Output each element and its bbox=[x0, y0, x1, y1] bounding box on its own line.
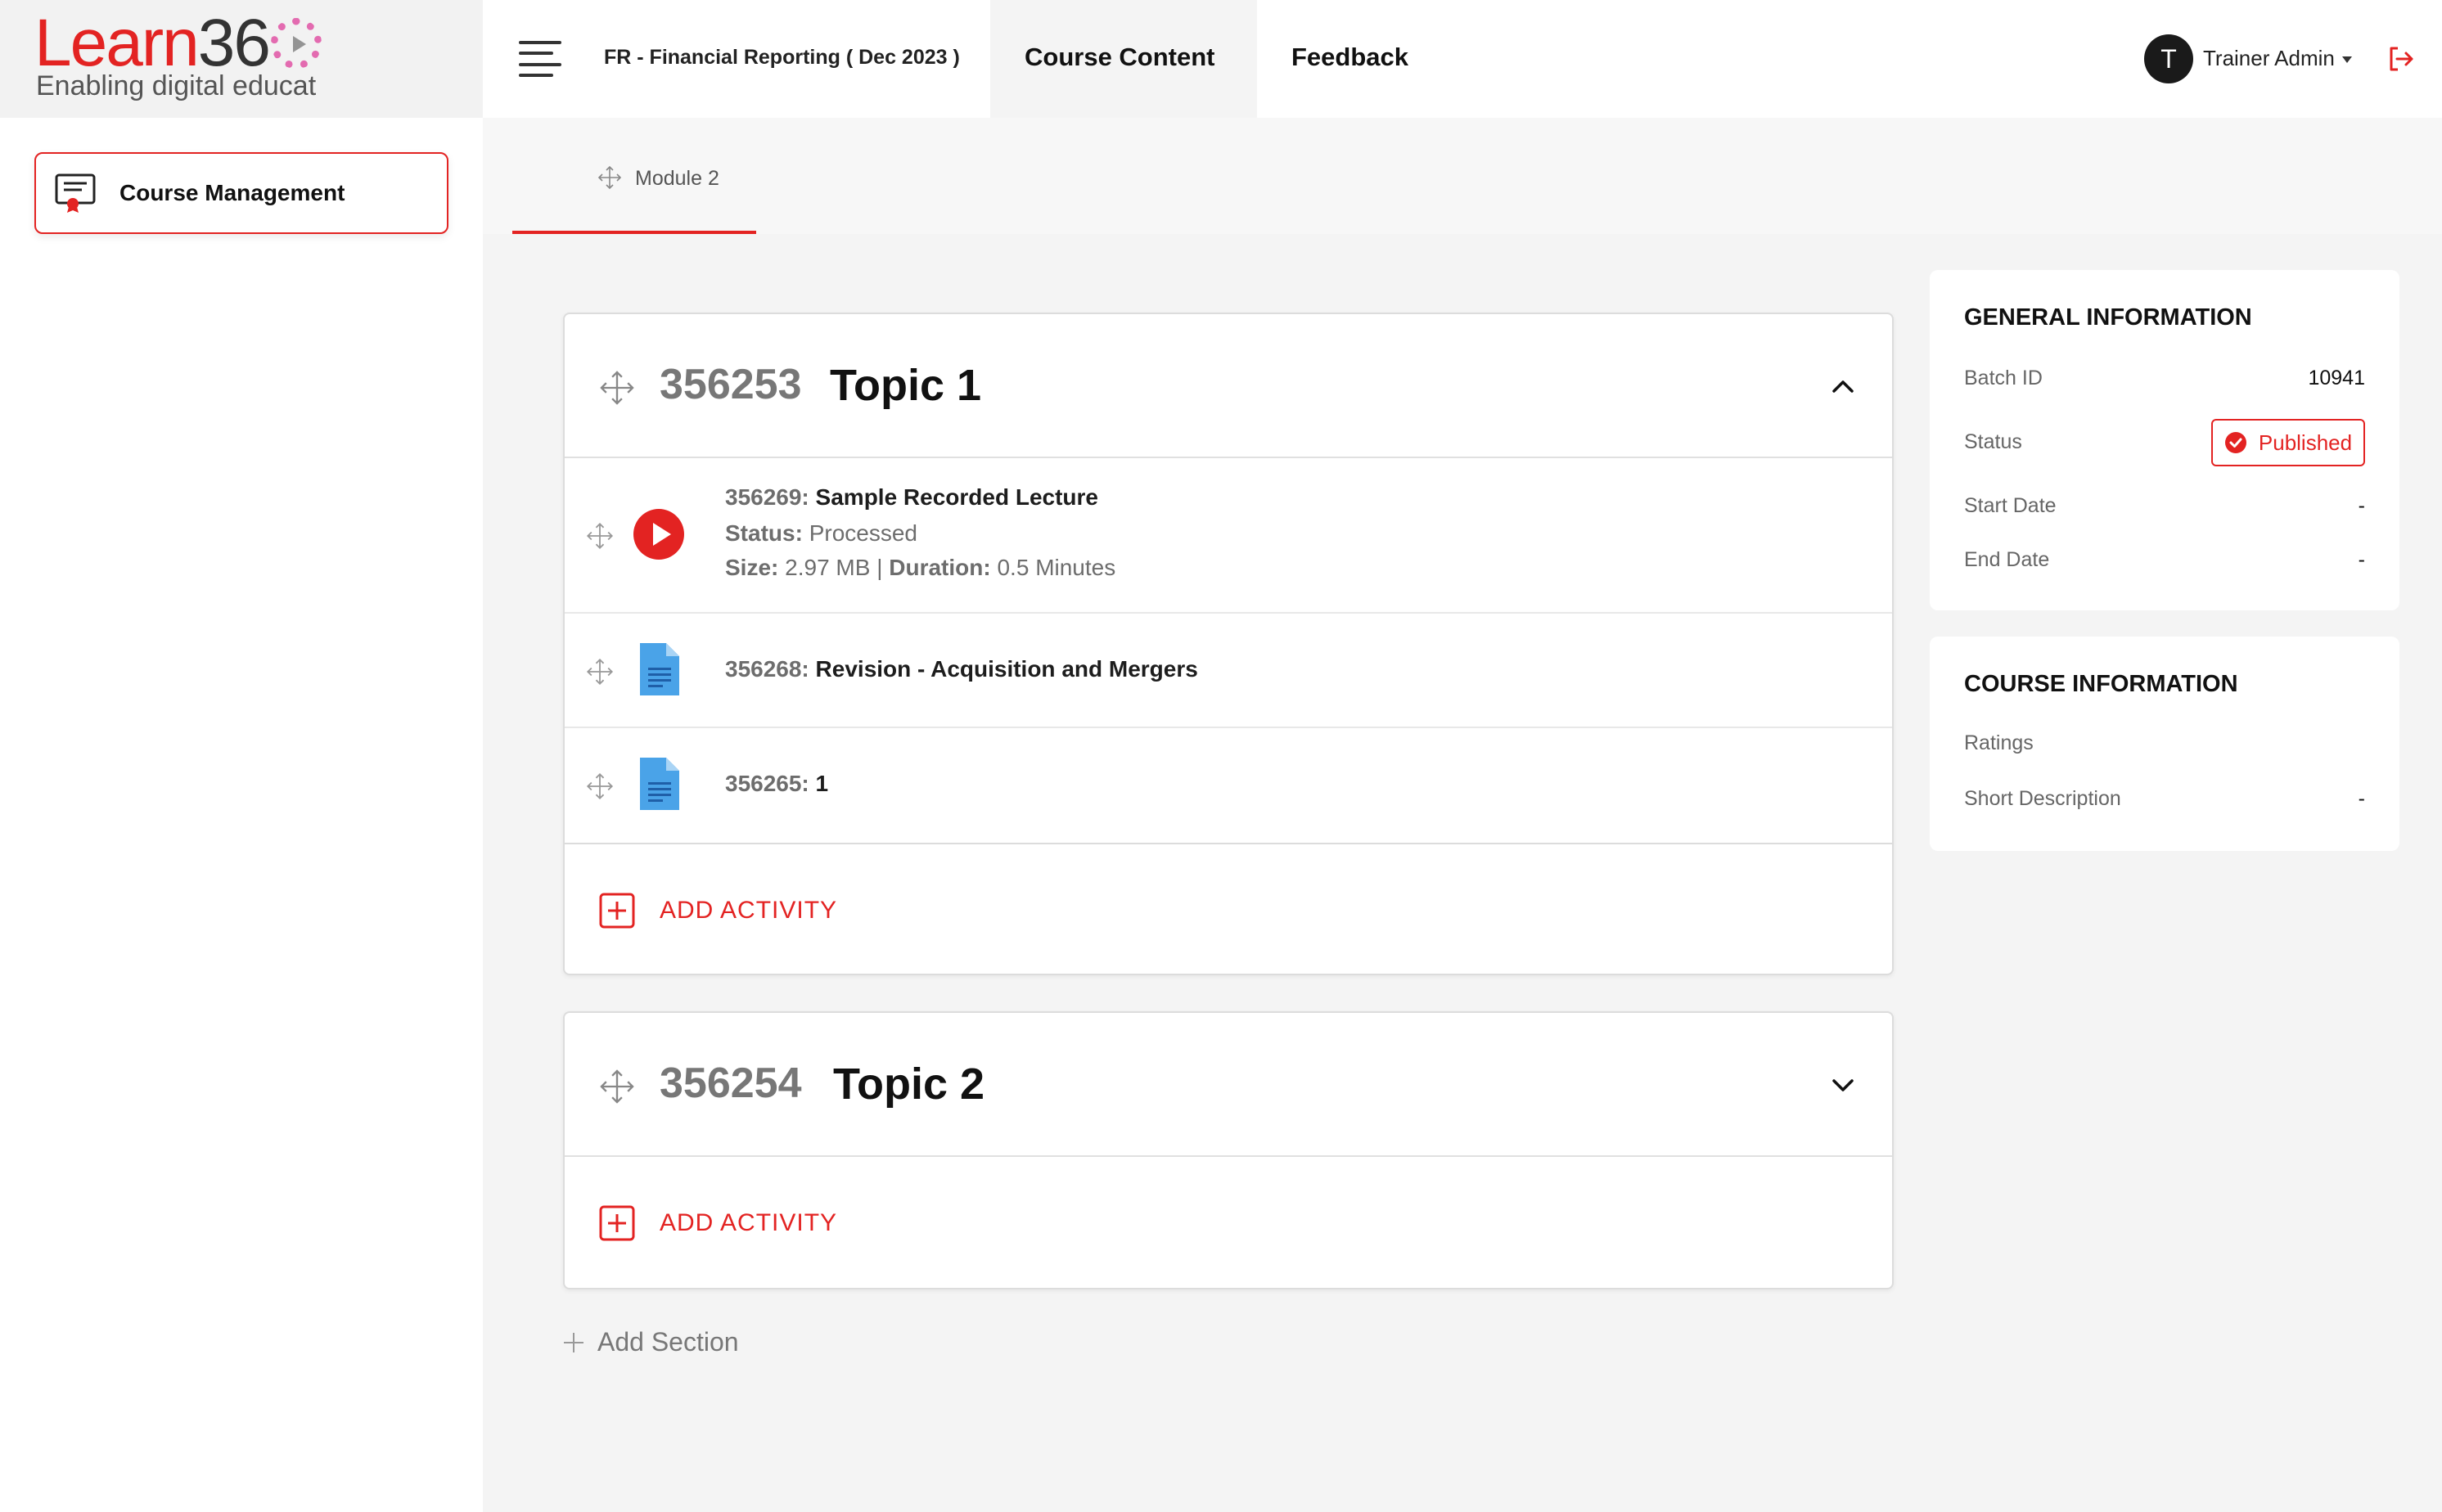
duration-label: Duration: bbox=[889, 555, 991, 580]
logo-learn-text: Learn bbox=[34, 6, 200, 80]
status-label: Status bbox=[1964, 430, 2022, 453]
size-value: 2.97 MB bbox=[785, 555, 871, 580]
add-section-button[interactable]: Add Section bbox=[563, 1327, 739, 1357]
avatar[interactable]: T bbox=[2144, 34, 2193, 83]
add-activity-label: ADD ACTIVITY bbox=[660, 897, 838, 924]
activity-id: 356265: bbox=[725, 771, 809, 796]
document-icon[interactable] bbox=[640, 758, 679, 810]
chevron-up-icon[interactable] bbox=[1828, 371, 1858, 401]
end-date-row: End Date - bbox=[1964, 548, 2365, 572]
logout-icon[interactable] bbox=[2386, 44, 2416, 74]
activity-id: 356269: bbox=[725, 484, 809, 510]
add-activity-button[interactable]: ADD ACTIVITY bbox=[565, 844, 1892, 977]
add-activity-button[interactable]: ADD ACTIVITY bbox=[565, 1157, 1892, 1289]
panel-heading: COURSE INFORMATION bbox=[1964, 671, 2238, 697]
top-bar: FR - Financial Reporting ( Dec 2023 ) Co… bbox=[483, 0, 2442, 118]
duration-value: 0.5 Minutes bbox=[997, 555, 1116, 580]
short-description-row: Short Description - bbox=[1964, 787, 2365, 811]
sidebar-item-label: Course Management bbox=[119, 180, 345, 205]
section-card: 356254 Topic 2 ADD ACTIVITY bbox=[563, 1011, 1894, 1289]
active-tab-underline bbox=[512, 231, 756, 234]
activity-id: 356268: bbox=[725, 656, 809, 682]
short-description-label: Short Description bbox=[1964, 787, 2121, 810]
course-information-panel: COURSE INFORMATION Ratings Short Descrip… bbox=[1930, 637, 2399, 851]
tab-course-content[interactable]: Course Content bbox=[1025, 43, 1215, 72]
move-icon[interactable] bbox=[586, 772, 614, 800]
status-label: Status: bbox=[725, 520, 803, 546]
activity-row[interactable]: 356265: 1 bbox=[565, 728, 1892, 844]
course-title[interactable]: FR - Financial Reporting ( Dec 2023 ) bbox=[604, 46, 960, 70]
caret-down-icon[interactable] bbox=[2342, 56, 2352, 63]
activity-row[interactable]: 356268: Revision - Acquisition and Merge… bbox=[565, 614, 1892, 728]
activity-title[interactable]: 1 bbox=[816, 771, 829, 796]
add-activity-label: ADD ACTIVITY bbox=[660, 1209, 838, 1236]
plus-icon bbox=[564, 1332, 583, 1352]
document-icon[interactable] bbox=[640, 643, 679, 695]
batch-id-label: Batch ID bbox=[1964, 367, 2043, 389]
add-section-label: Add Section bbox=[597, 1327, 739, 1357]
end-date-label: End Date bbox=[1964, 548, 2050, 571]
section-title: Topic 2 bbox=[833, 1060, 985, 1109]
batch-id-value: 10941 bbox=[2308, 367, 2365, 389]
section-header[interactable]: 356253 Topic 1 bbox=[565, 314, 1892, 458]
start-date-label: Start Date bbox=[1964, 494, 2057, 517]
module-tabs: Module 2 bbox=[483, 118, 2442, 234]
move-icon[interactable] bbox=[599, 370, 635, 406]
ratings-row: Ratings bbox=[1964, 731, 2365, 755]
check-circle-icon bbox=[2224, 432, 2246, 453]
status-badge[interactable]: Published bbox=[2211, 419, 2365, 466]
section-header[interactable]: 356254 Topic 2 bbox=[565, 1013, 1892, 1157]
plus-box-icon bbox=[599, 1205, 635, 1241]
plus-box-icon bbox=[599, 893, 635, 929]
logo-wordmark: Learn 36 bbox=[34, 7, 322, 80]
tab-module-2[interactable]: Module 2 bbox=[512, 118, 756, 234]
logo-ring-icon bbox=[270, 18, 322, 69]
status-value: Processed bbox=[809, 520, 917, 546]
logo-tagline: Enabling digital educat bbox=[36, 70, 317, 101]
move-icon[interactable] bbox=[586, 658, 614, 686]
play-icon[interactable] bbox=[633, 509, 684, 560]
hamburger-icon[interactable] bbox=[519, 41, 561, 77]
section-title: Topic 1 bbox=[830, 361, 982, 410]
size-label: Size: bbox=[725, 555, 779, 580]
certificate-icon bbox=[55, 173, 96, 213]
batch-id-row: Batch ID 10941 bbox=[1964, 367, 2365, 390]
sidebar-item-course-management[interactable]: Course Management bbox=[34, 152, 448, 234]
brand-logo[interactable]: Learn 36 Enabling digital educat bbox=[0, 0, 483, 118]
move-icon[interactable] bbox=[599, 1069, 635, 1105]
panel-heading: GENERAL INFORMATION bbox=[1964, 304, 2252, 331]
move-icon[interactable] bbox=[586, 522, 614, 550]
short-description-value: - bbox=[2358, 787, 2365, 810]
status-badge-label: Published bbox=[2258, 430, 2353, 455]
section-id: 356253 bbox=[660, 361, 802, 408]
activity-row[interactable]: 356269: Sample Recorded Lecture Status: … bbox=[565, 458, 1892, 614]
move-icon[interactable] bbox=[597, 165, 622, 190]
module-tab-label: Module 2 bbox=[635, 167, 719, 190]
section-id: 356254 bbox=[660, 1060, 802, 1107]
meta-separator: | bbox=[876, 555, 883, 580]
section-card: 356253 Topic 1 356269: Sample Recorded L… bbox=[563, 313, 1894, 975]
activity-title-line: 356268: Revision - Acquisition and Merge… bbox=[725, 656, 1198, 682]
activity-title[interactable]: Revision - Acquisition and Mergers bbox=[816, 656, 1198, 682]
activity-title-line: 356265: 1 bbox=[725, 771, 828, 797]
sidebar: Course Management bbox=[0, 118, 483, 1512]
ratings-label: Ratings bbox=[1964, 731, 2034, 754]
end-date-value: - bbox=[2358, 548, 2365, 571]
tab-feedback[interactable]: Feedback bbox=[1291, 43, 1408, 72]
logo-36-text: 36 bbox=[197, 6, 271, 80]
activity-meta-line: Size: 2.97 MB | Duration: 0.5 Minutes bbox=[725, 555, 1115, 581]
activity-title-line: 356269: Sample Recorded Lecture bbox=[725, 484, 1098, 511]
activity-title[interactable]: Sample Recorded Lecture bbox=[816, 484, 1098, 510]
user-name[interactable]: Trainer Admin bbox=[2203, 46, 2335, 71]
chevron-down-icon[interactable] bbox=[1828, 1070, 1858, 1100]
start-date-value: - bbox=[2358, 494, 2365, 517]
general-information-panel: GENERAL INFORMATION Batch ID 10941 Statu… bbox=[1930, 270, 2399, 610]
activity-status-line: Status: Processed bbox=[725, 520, 917, 547]
start-date-row: Start Date - bbox=[1964, 494, 2365, 518]
